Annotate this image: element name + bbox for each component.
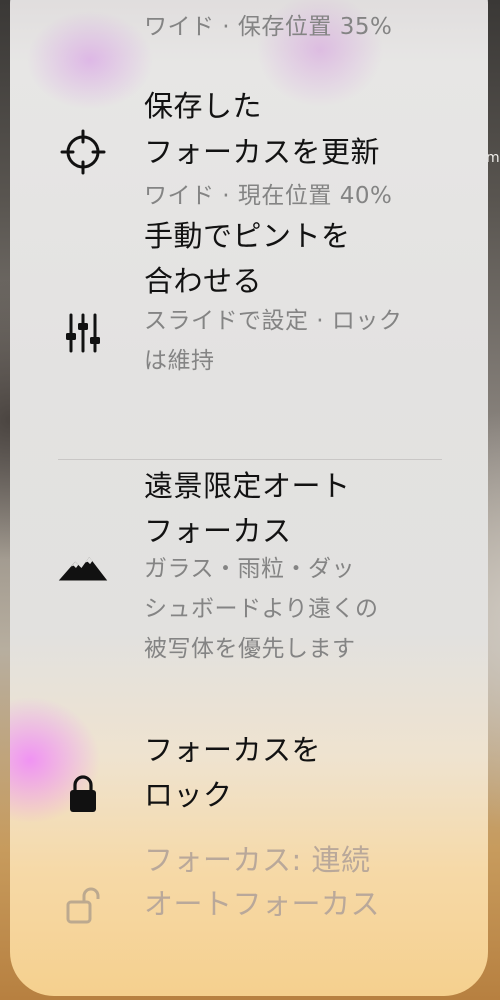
menu-item-subtitle: スライドで設定 · ロック: [144, 308, 403, 334]
menu-item-title: 手動でピントを: [144, 219, 351, 253]
menu-item-subtitle: ワイド · 現在位置 40%: [144, 183, 393, 209]
unlock-icon: [58, 880, 108, 930]
menu-item-subtitle: は維持: [144, 348, 215, 374]
menu-item-title: フォーカス: [144, 514, 292, 548]
focus-menu-panel: ワイド · 保存位置 35% 保存した フォーカスを更新 ワイド · 現在位置 …: [10, 0, 488, 996]
menu-divider: [58, 459, 442, 460]
menu-item-title: ロック: [144, 778, 233, 812]
menu-item-lock-focus[interactable]: フォーカスを ロック: [10, 733, 488, 850]
menu-item-title: フォーカスを: [144, 733, 322, 767]
lock-icon: [58, 769, 108, 819]
menu-item-continuous-autofocus[interactable]: フォーカス: 連続 オートフォーカス: [10, 843, 488, 985]
menu-item-subtitle: シュボードより遠くの: [144, 596, 379, 622]
menu-item-title: 遠景限定オート: [144, 469, 351, 503]
menu-item-update-saved-focus[interactable]: 保存した フォーカスを更新 ワイド · 現在位置 40%: [10, 80, 488, 220]
menu-item-far-autofocus[interactable]: 遠景限定オート フォーカス ガラス・雨粒・ダッ シュボードより遠くの 被写体を優…: [10, 469, 488, 700]
crosshair-icon: [58, 127, 108, 177]
menu-item-subtitle: 被写体を優先します: [144, 636, 356, 662]
menu-item-title: フォーカスを更新: [144, 135, 381, 169]
menu-item-title: オートフォーカス: [144, 887, 381, 921]
menu-item-title: 保存した: [144, 89, 263, 123]
menu-item-subtitle: ガラス・雨粒・ダッ: [144, 556, 356, 582]
mountains-icon: [58, 543, 108, 593]
menu-item-title: 合わせる: [144, 264, 263, 298]
sliders-icon: [58, 308, 108, 358]
menu-item-title: フォーカス: 連続: [144, 843, 371, 877]
background-edge-text: m: [486, 150, 500, 166]
menu-item-manual-focus[interactable]: 手動でピントを 合わせる スライドで設定 · ロック は維持: [10, 219, 488, 430]
menu-item-partial-subtitle: ワイド · 保存位置 35%: [144, 14, 393, 40]
